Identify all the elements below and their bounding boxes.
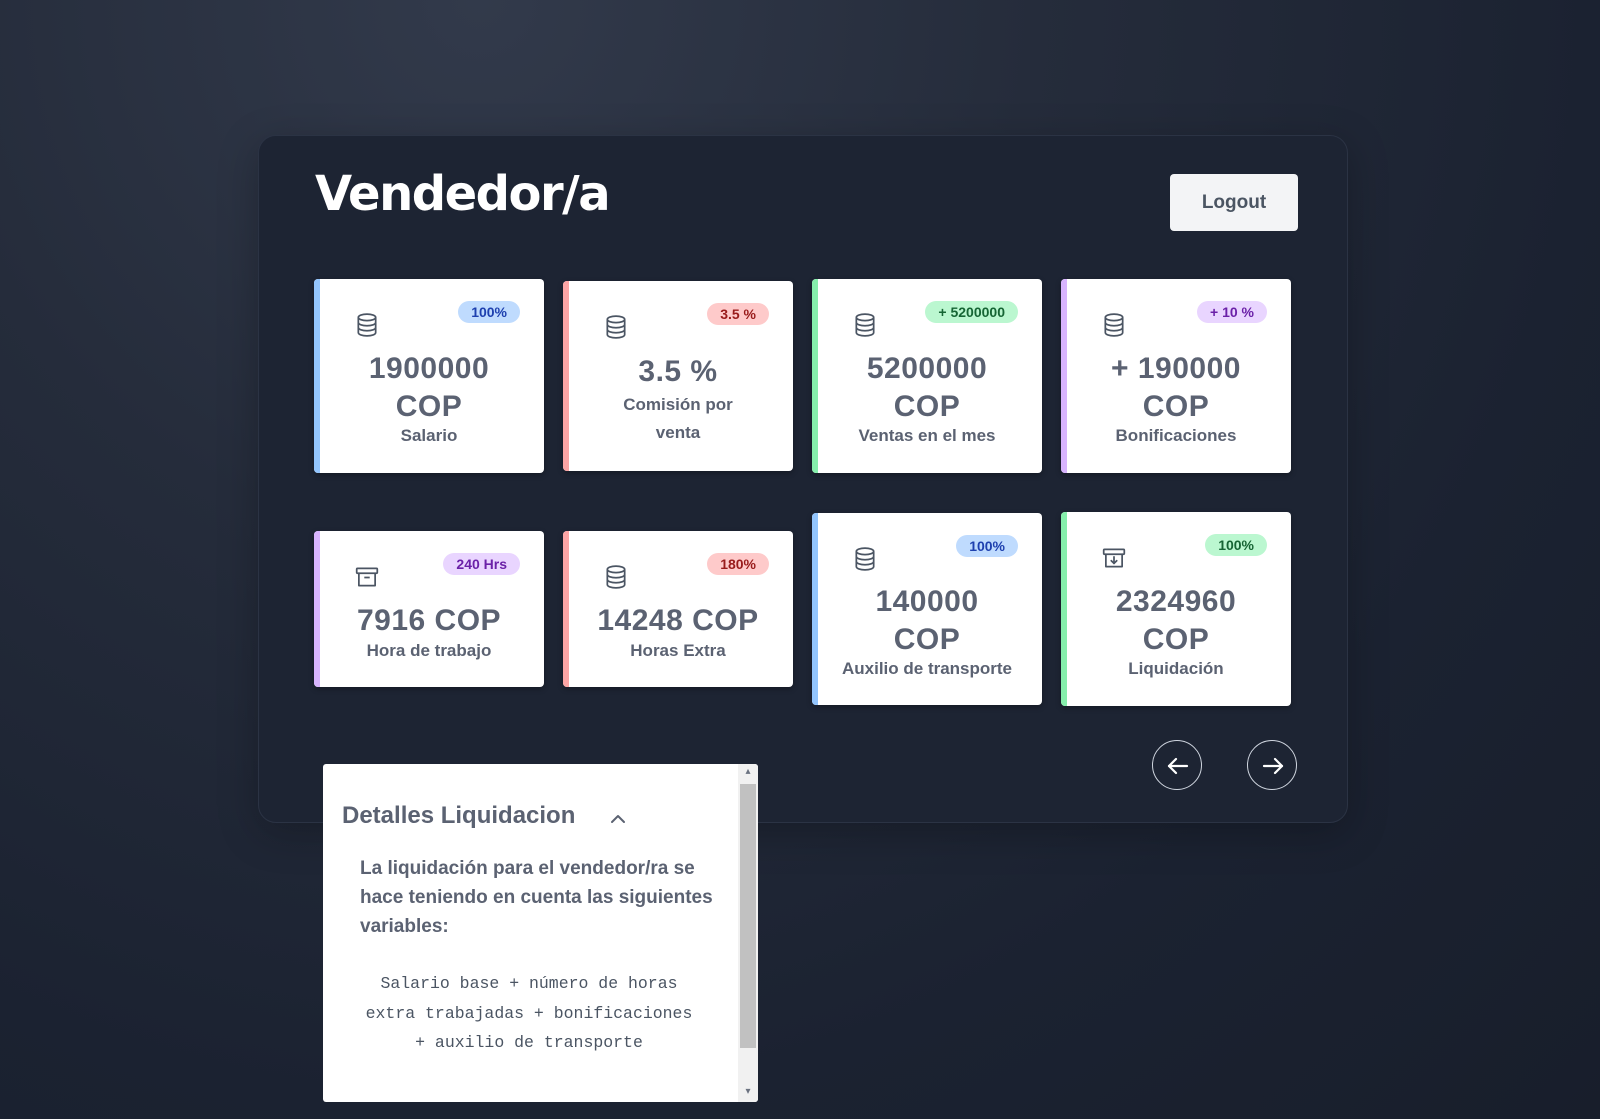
details-description: La liquidación para el vendedor/ra se ha… <box>360 858 713 937</box>
stat-card-hora-trabajo: 240 Hrs 7916 COP Hora de trabajo <box>314 531 544 687</box>
card-label: Horas Extra <box>630 641 726 660</box>
card-label: Hora de trabajo <box>366 641 492 660</box>
stat-card-comision: 3.5 % 3.5 % Comisión por venta <box>563 281 793 471</box>
card-label: Salario <box>400 426 458 445</box>
card-label: Ventas en el mes <box>858 426 996 445</box>
details-panel[interactable]: Detalles Liquidacion La liquidación para… <box>323 764 758 1102</box>
arrow-left-icon <box>1167 757 1189 775</box>
scrollbar[interactable]: ▴ ▾ <box>738 764 758 1102</box>
logout-button[interactable]: Logout <box>1170 174 1298 231</box>
status-badge: + 5200000 <box>925 301 1018 323</box>
status-badge: 3.5 % <box>707 303 769 325</box>
arrow-right-icon <box>1262 757 1284 775</box>
prev-button[interactable] <box>1152 740 1202 790</box>
stat-card-horas-extra: 180% 14248 COP Horas Extra <box>563 531 793 687</box>
status-badge: 240 Hrs <box>443 553 520 575</box>
card-value: 14248 COP <box>597 604 759 637</box>
archive-icon <box>355 567 379 587</box>
card-value: 7916 COP <box>356 604 502 637</box>
card-value: 140000 COP <box>875 585 979 656</box>
card-label: Bonificaciones <box>1115 426 1237 445</box>
stat-card-salario: 100% 1900000 COP Salario <box>314 279 544 473</box>
details-formula: Salario base + número de horas extra tra… <box>365 974 693 1052</box>
card-value: 2324960 COP <box>1115 585 1237 656</box>
card-value: 1900000 COP <box>368 352 490 423</box>
archive-download-icon <box>1102 548 1126 568</box>
coins-icon <box>606 565 626 589</box>
stat-card-ventas: + 5200000 5200000 COP Ventas en el mes <box>812 279 1042 473</box>
coins-icon <box>1104 313 1124 337</box>
scroll-down-icon[interactable]: ▾ <box>738 1084 758 1100</box>
status-badge: 100% <box>458 301 520 323</box>
scrollbar-thumb[interactable] <box>740 784 756 1048</box>
details-toggle[interactable]: Detalles Liquidacion <box>342 802 575 830</box>
status-badge: + 10 % <box>1197 301 1267 323</box>
card-label: Liquidación <box>1128 659 1224 678</box>
scroll-up-icon[interactable]: ▴ <box>738 764 758 780</box>
coins-icon <box>855 313 875 337</box>
stat-card-liquidacion: 100% 2324960 COP Liquidación <box>1061 512 1291 706</box>
card-value: 3.5 % <box>638 355 718 388</box>
card-label: Auxilio de transporte <box>841 659 1013 678</box>
stat-card-auxilio-transporte: 100% 140000 COP Auxilio de transporte <box>812 513 1042 705</box>
status-badge: 180% <box>707 553 769 575</box>
card-label: Comisión por venta <box>623 395 733 442</box>
coins-icon <box>855 547 875 571</box>
coins-icon <box>357 313 377 337</box>
coins-icon <box>606 315 626 339</box>
chevron-up-icon[interactable] <box>610 812 626 824</box>
card-value: 5200000 COP <box>866 352 988 423</box>
stat-card-bonificaciones: + 10 % + 190000 COP Bonificaciones <box>1061 279 1291 473</box>
next-button[interactable] <box>1247 740 1297 790</box>
status-badge: 100% <box>1205 534 1267 556</box>
main-panel <box>258 135 1348 823</box>
page-title: Vendedor/a <box>315 166 611 222</box>
status-badge: 100% <box>956 535 1018 557</box>
card-value: + 190000 COP <box>1111 352 1241 423</box>
